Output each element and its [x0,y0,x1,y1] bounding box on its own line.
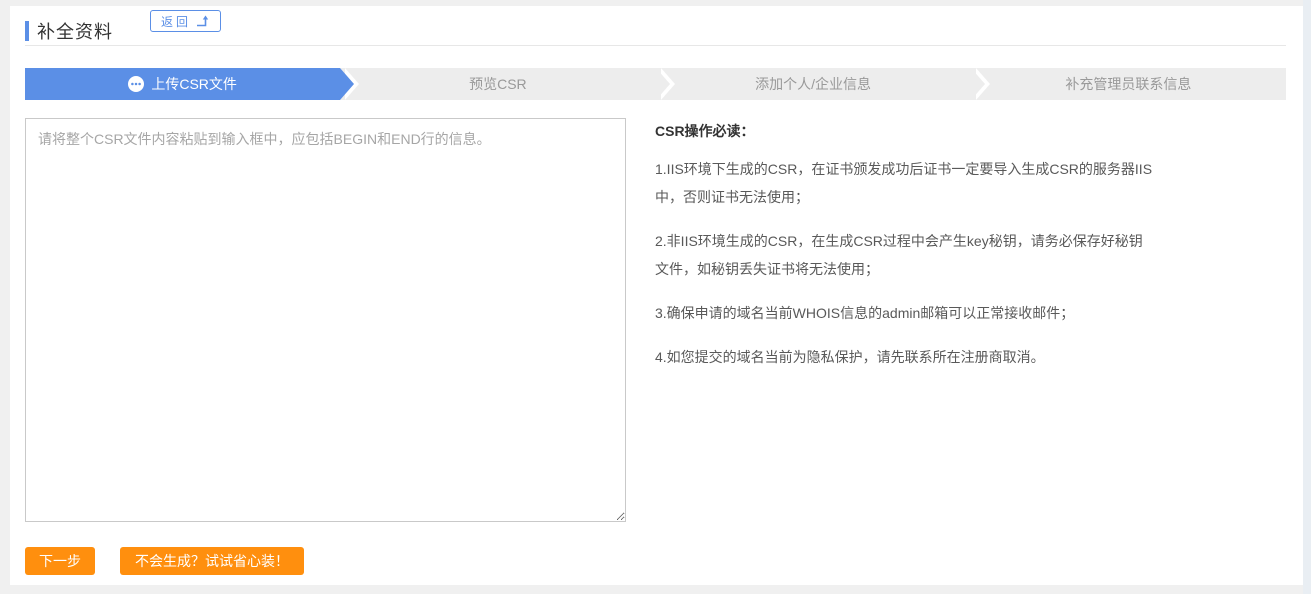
back-button[interactable]: 返回 [150,10,221,32]
notice-item-3: 3.确保申请的域名当前WHOIS信息的admin邮箱可以正常接收邮件； [655,299,1155,327]
step-label: 添加个人/企业信息 [755,74,871,94]
step-preview-csr: 预览CSR [340,68,655,100]
scrollbar[interactable] [1303,0,1311,594]
notice-item-4: 4.如您提交的域名当前为隐私保护，请先联系所在注册商取消。 [655,343,1155,371]
notice-item-2: 2.非IIS环境生成的CSR，在生成CSR过程中会产生key秘钥，请务必保存好秘… [655,227,1155,283]
back-button-label: 返回 [161,13,191,30]
page-title: 补全资料 [37,18,113,44]
next-step-button[interactable]: 下一步 [25,547,95,575]
easy-install-button[interactable]: 不会生成？试试省心装！ [120,547,304,575]
csr-notice-panel: CSR操作必读： 1.IIS环境下生成的CSR，在证书颁发成功后证书一定要导入生… [655,121,1155,387]
notice-title: CSR操作必读： [655,121,1155,141]
return-arrow-icon [196,15,210,27]
action-bar: 下一步 不会生成？试试省心装！ [25,547,304,575]
step-personal-company-info: 添加个人/企业信息 [656,68,971,100]
page-header: 补全资料 [25,16,113,46]
csr-textarea[interactable] [25,118,626,522]
stepper: 上传CSR文件 预览CSR 添加个人/企业信息 补充管理员联系信息 [25,68,1286,100]
step-admin-contact-info: 补充管理员联系信息 [971,68,1286,100]
step-label: 预览CSR [469,74,527,94]
notice-item-1: 1.IIS环境下生成的CSR，在证书颁发成功后证书一定要导入生成CSR的服务器I… [655,155,1155,211]
header-divider [25,45,1286,46]
step-label: 补充管理员联系信息 [1065,74,1191,94]
step-label: 上传CSR文件 [151,74,237,94]
step-upload-csr: 上传CSR文件 [25,68,340,100]
ellipsis-circle-icon [128,76,144,92]
title-accent-bar [25,21,29,41]
content-card: 补全资料 返回 上传CSR文件 预览CSR 添加个人/企业信息 [10,6,1303,585]
